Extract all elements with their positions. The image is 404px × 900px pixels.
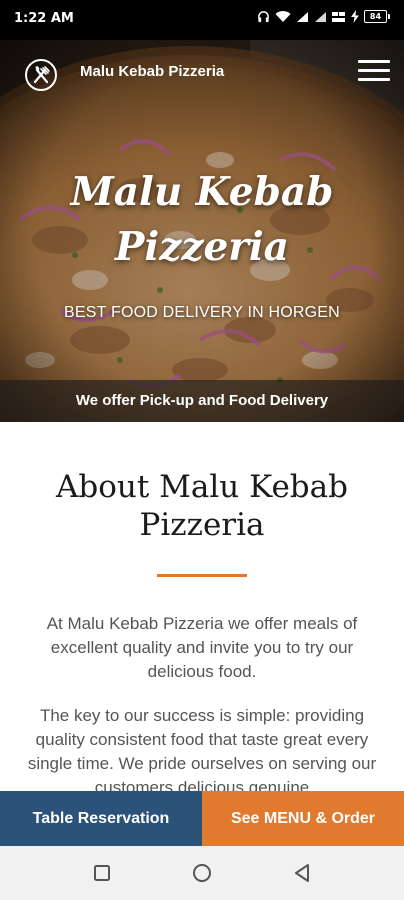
recent-apps-icon[interactable]	[90, 861, 114, 885]
battery-icon: 84	[364, 10, 390, 23]
title-divider	[157, 574, 247, 577]
hero-title-line2: Pizzeria	[115, 224, 289, 270]
charging-icon	[351, 10, 359, 23]
app-header: Malu Kebab Pizzeria	[0, 40, 404, 110]
delivery-banner: We offer Pick-up and Food Delivery	[0, 380, 404, 422]
hamburger-menu-icon[interactable]	[358, 60, 390, 86]
system-nav-bar	[0, 846, 404, 900]
about-title: About Malu Kebab Pizzeria	[20, 468, 384, 544]
see-menu-order-button[interactable]: See MENU & Order	[202, 791, 404, 846]
hero-title-line1: Malu Kebab	[70, 169, 334, 215]
status-time: 1:22 AM	[14, 11, 74, 26]
wifi-icon	[275, 11, 291, 22]
fork-knife-icon[interactable]	[24, 58, 58, 92]
volte-icon	[332, 11, 345, 22]
battery-level: 84	[364, 10, 387, 23]
status-bar: 1:22 AM 84	[0, 0, 404, 40]
action-bar: Table Reservation See MENU & Order	[0, 791, 404, 846]
site-name[interactable]: Malu Kebab Pizzeria	[80, 63, 224, 80]
about-paragraph-1: At Malu Kebab Pizzeria we offer meals of…	[46, 614, 358, 681]
about-title-line1: About Malu Kebab	[56, 469, 348, 505]
back-icon[interactable]	[290, 861, 314, 885]
hero-title: Malu Kebab Pizzeria	[20, 165, 384, 275]
home-icon[interactable]	[190, 861, 214, 885]
about-title-line2: Pizzeria	[139, 507, 265, 543]
headphones-icon	[258, 11, 269, 23]
table-reservation-button[interactable]: Table Reservation	[0, 791, 202, 846]
signal-icon	[315, 11, 326, 22]
hero-subtitle: BEST FOOD DELIVERY IN HORGEN	[64, 304, 340, 321]
about-paragraph-2: The key to our success is simple: provid…	[27, 706, 377, 797]
status-icons: 84	[257, 10, 390, 23]
signal-icon	[297, 11, 308, 22]
hero-section: Malu Kebab Pizzeria Malu Kebab Pizzeria …	[0, 40, 404, 422]
